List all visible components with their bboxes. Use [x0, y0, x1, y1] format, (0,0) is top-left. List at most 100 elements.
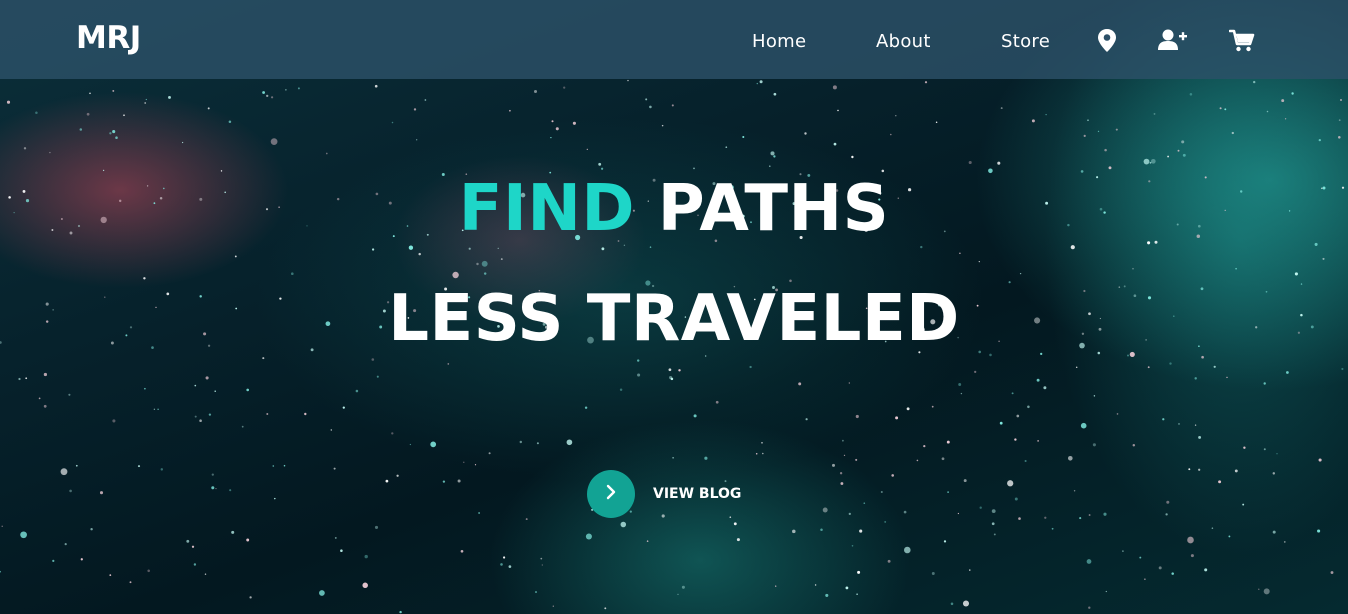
star [733, 522, 737, 526]
star [1153, 112, 1156, 115]
star [452, 271, 459, 279]
star [536, 442, 539, 445]
star [1073, 490, 1076, 492]
view-blog-link[interactable]: VIEW BLOG [653, 486, 741, 502]
star [1083, 134, 1086, 137]
star [1075, 366, 1078, 369]
star [1283, 541, 1286, 543]
star [551, 120, 554, 123]
star [736, 538, 740, 542]
star [895, 115, 897, 117]
star [215, 487, 217, 490]
star [848, 512, 851, 516]
star [649, 105, 652, 109]
star [604, 607, 607, 610]
star [1087, 119, 1089, 122]
hero-headline-line2: LESS TRAVELED [388, 282, 960, 356]
star [842, 439, 844, 442]
star [144, 387, 146, 390]
star [906, 407, 910, 411]
cart-icon[interactable] [1228, 28, 1255, 54]
star [1178, 422, 1180, 425]
star [814, 584, 817, 586]
star [474, 464, 477, 466]
star [619, 388, 623, 391]
nav-link-home[interactable]: Home [752, 31, 806, 52]
star [1226, 376, 1228, 379]
star [1263, 448, 1266, 451]
star [207, 107, 210, 110]
star [1198, 435, 1202, 439]
star [1044, 516, 1047, 519]
star [855, 458, 858, 461]
star [342, 406, 345, 409]
star [1281, 99, 1285, 103]
star [903, 510, 907, 514]
star [586, 148, 588, 151]
nav-link-store[interactable]: Store [1001, 31, 1050, 52]
star [509, 109, 511, 112]
star [832, 463, 835, 467]
star [863, 502, 866, 505]
star [371, 358, 375, 361]
star [884, 520, 887, 523]
star [52, 559, 55, 563]
star [678, 369, 681, 372]
star [804, 132, 807, 135]
star [1219, 107, 1222, 110]
star [1242, 503, 1245, 506]
star [1150, 158, 1156, 164]
star [1092, 443, 1096, 447]
star [563, 86, 566, 89]
star [550, 136, 552, 139]
star [229, 489, 232, 492]
star [775, 585, 777, 587]
star [761, 452, 764, 455]
star [1162, 418, 1165, 421]
star [978, 260, 980, 263]
star [904, 546, 911, 554]
star [191, 545, 195, 548]
location-pin-icon[interactable] [1096, 28, 1122, 54]
star [364, 554, 368, 559]
nav-link-about[interactable]: About [876, 31, 931, 52]
star [362, 582, 368, 589]
star [1051, 527, 1054, 530]
star [969, 569, 971, 571]
star [385, 479, 389, 483]
add-user-icon[interactable] [1158, 28, 1187, 54]
star [890, 133, 892, 136]
star [199, 419, 202, 422]
star [1188, 468, 1191, 471]
star [1067, 455, 1073, 461]
star [946, 440, 950, 444]
star [1036, 378, 1040, 382]
star [661, 514, 665, 518]
star [931, 405, 934, 408]
star [1318, 138, 1321, 142]
star [693, 414, 697, 418]
star [1201, 355, 1204, 359]
star [147, 569, 150, 573]
star [668, 368, 672, 372]
star [715, 400, 719, 404]
star [1143, 158, 1150, 165]
star [805, 418, 808, 421]
star [1228, 535, 1231, 538]
star [761, 441, 763, 444]
star [476, 262, 479, 266]
star [1024, 459, 1027, 463]
star [211, 486, 215, 490]
star [1177, 149, 1180, 152]
star [880, 490, 883, 494]
star [508, 565, 512, 568]
star [319, 590, 325, 596]
star [1, 525, 3, 527]
star [993, 533, 996, 536]
star [759, 80, 763, 84]
star [855, 414, 859, 419]
star [1190, 554, 1194, 558]
view-blog-button[interactable] [587, 470, 635, 518]
star [1211, 527, 1214, 529]
site-logo[interactable]: MRJ [76, 20, 141, 56]
